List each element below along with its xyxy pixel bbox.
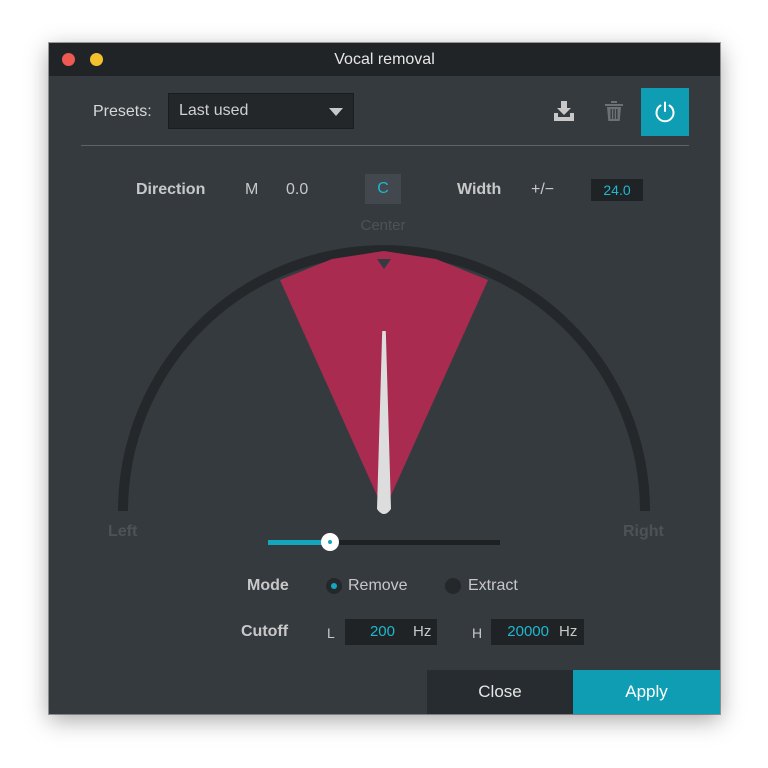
vocal-removal-window: Vocal removal Presets: Last used Directi… xyxy=(49,43,720,714)
cutoff-low-value: 200 xyxy=(369,623,395,640)
cutoff-low-field[interactable]: 200 Hz xyxy=(345,619,437,645)
cutoff-high-unit: Hz xyxy=(559,623,578,640)
cutoff-low-prefix: L xyxy=(327,625,335,641)
extract-radio[interactable] xyxy=(445,578,461,594)
extract-option-label[interactable]: Extract xyxy=(468,575,518,597)
close-button[interactable]: Close xyxy=(427,670,573,714)
direction-gauge[interactable] xyxy=(49,43,720,714)
left-label: Left xyxy=(108,523,138,540)
right-label: Right xyxy=(623,523,664,540)
cutoff-label: Cutoff xyxy=(241,623,289,640)
direction-slider-thumb[interactable] xyxy=(321,533,339,551)
cutoff-low-unit: Hz xyxy=(413,623,432,640)
mode-label: Mode xyxy=(247,577,289,594)
cutoff-high-prefix: H xyxy=(472,625,483,641)
remove-option-label[interactable]: Remove xyxy=(348,575,408,597)
cutoff-high-value: 20000 xyxy=(507,623,549,640)
remove-radio[interactable] xyxy=(326,578,342,594)
apply-button[interactable]: Apply xyxy=(573,670,720,714)
cutoff-high-field[interactable]: 20000 Hz xyxy=(491,619,584,645)
